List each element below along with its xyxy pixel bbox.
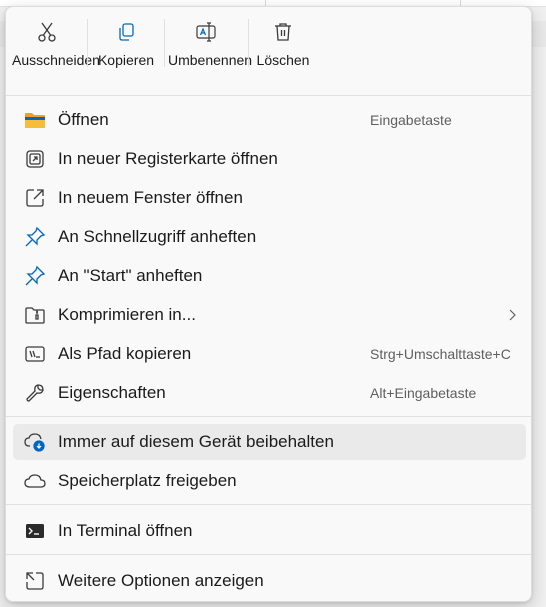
menu-item-shortcut: Strg+Umschalttaste+C [370,346,511,362]
more-options-icon [24,570,46,592]
copy-label: Kopieren [97,52,155,68]
toolbar-divider [248,19,249,67]
menu-item-open-in-terminal[interactable]: In Terminal öffnen [13,513,526,549]
menu-separator [6,504,531,505]
pin-icon [24,265,46,287]
menu-item-open-in-new-tab[interactable]: In neuer Registerkarte öffnen [13,141,526,177]
copy-path-icon [24,343,46,365]
rename-button[interactable]: Umbenennen [168,15,253,93]
menu-item-always-keep-on-device[interactable]: Immer auf diesem Gerät beibehalten [13,424,526,460]
wrench-icon [24,382,46,404]
menu-item-label: Als Pfad kopieren [58,344,192,363]
menu-item-pin-quick-access[interactable]: An Schnellzugriff anheften [13,219,526,255]
scissors-icon [36,21,58,43]
copy-button[interactable]: Kopieren [92,15,160,93]
menu-item-shortcut: Eingabetaste [370,112,452,128]
open-in-new-window-icon [24,187,46,209]
folder-icon [24,109,46,131]
context-menu-toolbar: Ausschneiden Kopieren Umbenennen Löschen [6,7,531,95]
menu-item-label: In Terminal öffnen [58,521,193,540]
menu-item-free-up-space[interactable]: Speicherplatz freigeben [13,463,526,499]
delete-label: Löschen [256,52,310,68]
cloud-pin-icon [24,431,46,453]
menu-item-label: In neuer Registerkarte öffnen [58,149,278,168]
trash-icon [272,21,294,43]
pin-icon [24,226,46,248]
menu-item-label: An "Start" anheften [58,266,203,285]
menu-item-properties[interactable]: Eigenschaften Alt+Eingabetaste [13,375,526,411]
menu-item-label: Immer auf diesem Gerät beibehalten [58,432,334,451]
delete-button[interactable]: Löschen [252,15,314,93]
open-in-new-tab-icon [24,148,46,170]
context-menu: Ausschneiden Kopieren Umbenennen Löschen… [5,6,532,602]
menu-item-label: Weitere Optionen anzeigen [58,571,264,590]
menu-separator [6,95,531,96]
menu-item-label: Eigenschaften [58,383,166,402]
menu-item-label: Speicherplatz freigeben [58,471,237,490]
copy-icon [115,21,137,43]
menu-item-label: In neuem Fenster öffnen [58,188,243,207]
chevron-right-icon [507,308,517,322]
menu-item-open[interactable]: Öffnen Eingabetaste [13,102,526,138]
terminal-icon [24,520,46,542]
menu-item-pin-to-start[interactable]: An "Start" anheften [13,258,526,294]
menu-item-label: Öffnen [58,110,109,129]
toolbar-divider [164,19,165,67]
menu-item-compress-to[interactable]: Komprimieren in... [13,297,526,333]
menu-separator [6,554,531,555]
menu-separator [6,416,531,417]
rename-label: Umbenennen [168,52,253,68]
toolbar-divider [87,19,88,67]
menu-item-label: An Schnellzugriff anheften [58,227,257,246]
menu-item-open-in-new-window[interactable]: In neuem Fenster öffnen [13,180,526,216]
zip-folder-icon [24,304,46,326]
cut-label: Ausschneiden [12,52,100,68]
rename-icon [195,21,217,43]
menu-item-show-more-options[interactable]: Weitere Optionen anzeigen [13,563,526,599]
menu-item-shortcut: Alt+Eingabetaste [370,385,477,401]
cut-button[interactable]: Ausschneiden [12,15,100,93]
cloud-icon [24,470,46,492]
menu-item-label: Komprimieren in... [58,305,196,324]
menu-item-copy-as-path[interactable]: Als Pfad kopieren Strg+Umschalttaste+C [13,336,526,372]
